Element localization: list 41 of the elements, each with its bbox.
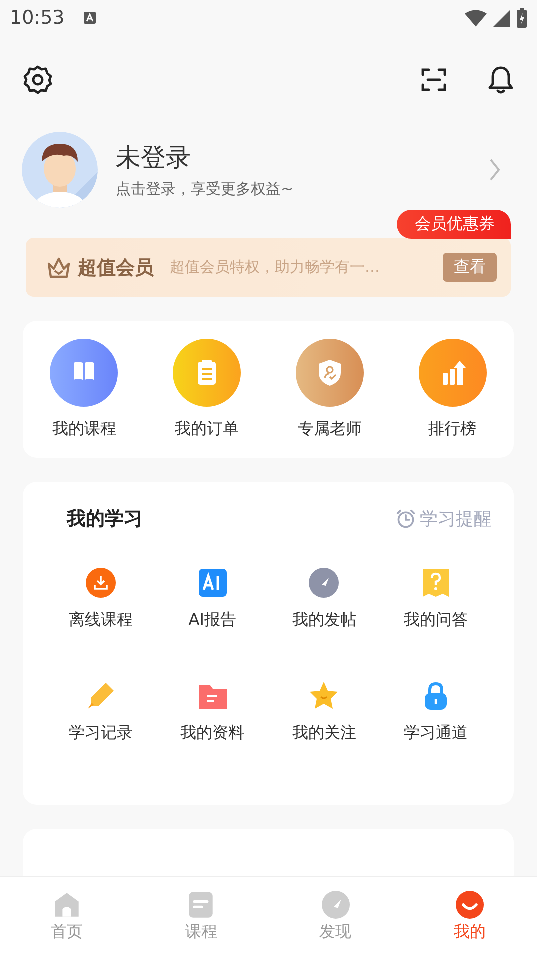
coupon-badge[interactable]: 会员优惠券 bbox=[397, 210, 511, 239]
study-item[interactable]: 离线课程 bbox=[68, 610, 133, 631]
compass-icon bbox=[322, 890, 350, 918]
profile-subtitle: 点击登录，享受更多权益~ bbox=[116, 180, 294, 199]
status-time: 10:53 bbox=[10, 7, 65, 29]
gauge-icon[interactable] bbox=[309, 568, 340, 598]
battery-icon bbox=[517, 8, 527, 28]
study-item[interactable]: 学习记录 bbox=[68, 723, 133, 744]
study-item[interactable]: 我的资料 bbox=[180, 723, 245, 744]
study-item[interactable]: 我的关注 bbox=[292, 723, 356, 744]
pencil-icon[interactable] bbox=[86, 681, 116, 711]
vip-description: 超值会员特权，助力畅学有一… bbox=[170, 258, 381, 277]
ai-icon[interactable] bbox=[198, 568, 228, 598]
nav-tab[interactable]: 我的 bbox=[402, 877, 537, 956]
crown-icon bbox=[46, 256, 72, 280]
alarm-clock-icon[interactable] bbox=[396, 509, 416, 529]
study-item[interactable]: AI报告 bbox=[188, 610, 236, 631]
quick-link[interactable]: 专属老师 bbox=[298, 419, 362, 440]
download-icon[interactable] bbox=[86, 568, 116, 598]
chevron-right-icon[interactable] bbox=[489, 158, 501, 182]
study-item[interactable]: 我的发帖 bbox=[292, 610, 356, 631]
vip-banner[interactable]: 超值会员 超值会员特权，助力畅学有一… 查看 bbox=[26, 238, 511, 297]
scan-icon[interactable] bbox=[421, 67, 447, 93]
quick-link[interactable]: 排行榜 bbox=[428, 419, 477, 440]
document-icon bbox=[187, 890, 216, 918]
smile-icon bbox=[456, 890, 484, 918]
study-item[interactable]: 我的问答 bbox=[404, 610, 468, 631]
vip-title: 超值会员 bbox=[78, 256, 154, 280]
profile-name[interactable]: 未登录 bbox=[116, 141, 191, 174]
section-title: 我的学习 bbox=[67, 507, 143, 532]
notification-icon[interactable] bbox=[487, 65, 515, 95]
home-icon bbox=[53, 890, 82, 918]
signal-icon bbox=[493, 10, 511, 26]
study-item[interactable]: 学习通道 bbox=[404, 723, 468, 744]
wifi-icon bbox=[465, 10, 487, 26]
quick-link[interactable]: 我的课程 bbox=[52, 419, 116, 440]
settings-icon[interactable] bbox=[22, 64, 54, 96]
keyboard-icon bbox=[82, 11, 97, 25]
quick-link[interactable]: 我的订单 bbox=[175, 419, 240, 440]
question-icon[interactable] bbox=[421, 568, 452, 598]
star-icon[interactable] bbox=[309, 681, 340, 711]
